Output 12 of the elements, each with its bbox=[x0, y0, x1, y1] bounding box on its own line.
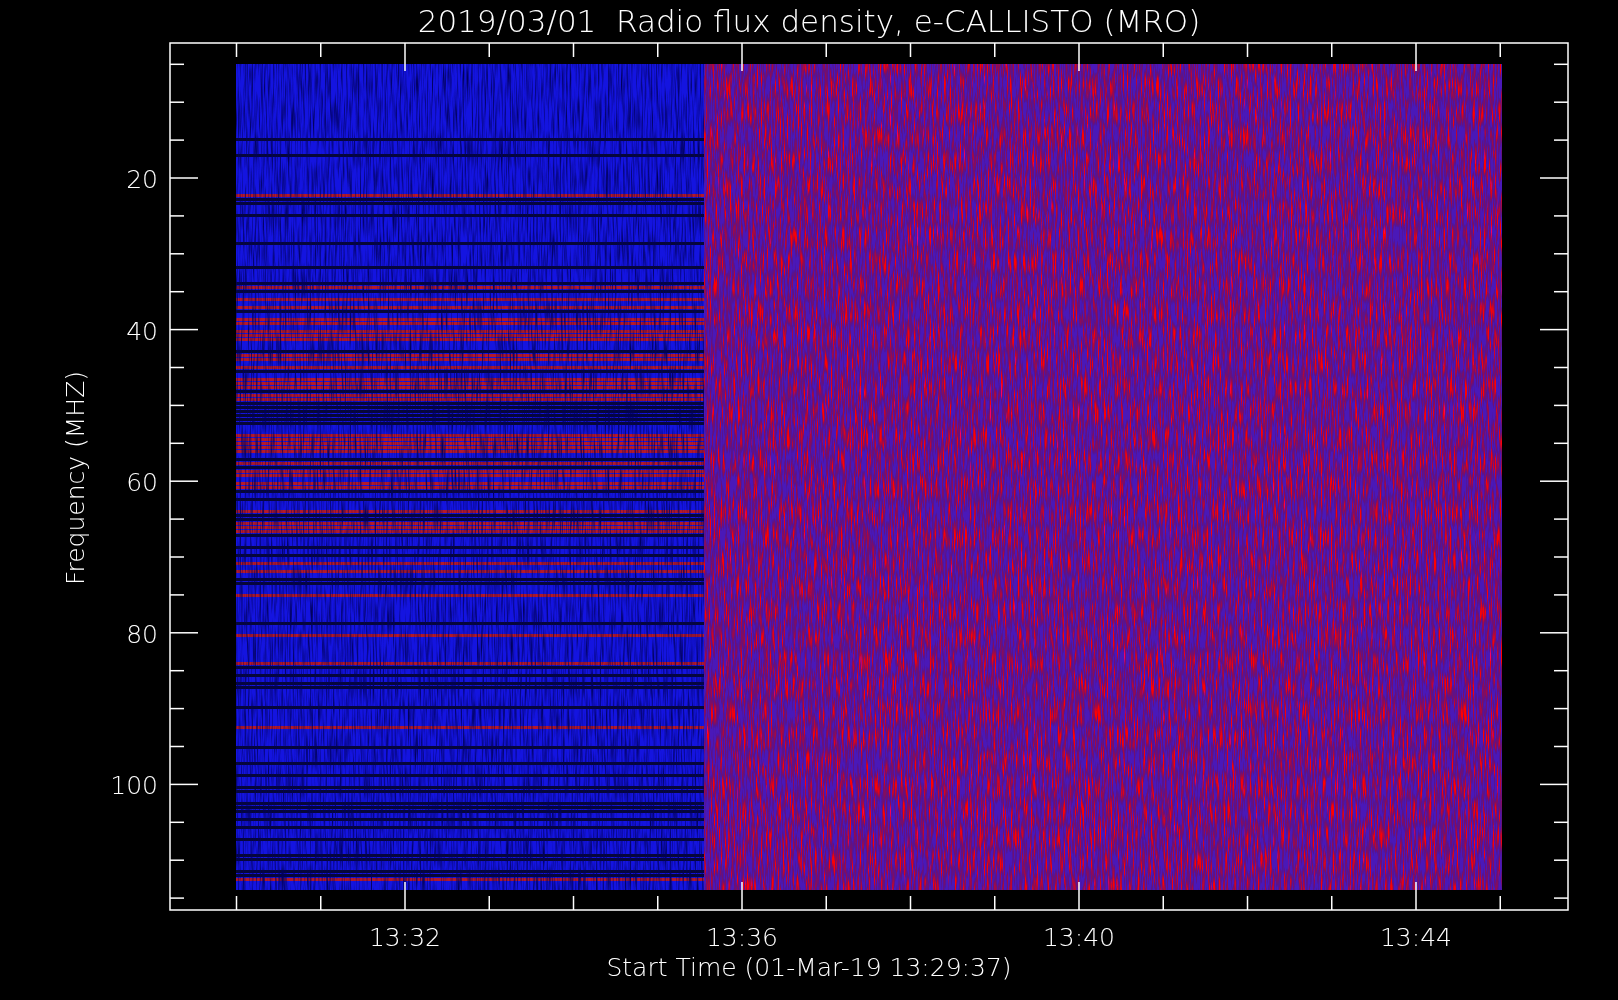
axis-tick-label: 13:36 bbox=[706, 923, 778, 952]
axis-label: Frequency (MHZ) bbox=[61, 370, 90, 586]
axis-tick-label: 80 bbox=[126, 619, 158, 649]
axis-tick-label: 100 bbox=[110, 771, 158, 801]
axis-tick-label: 13:44 bbox=[1380, 923, 1452, 952]
axis-tick-label: 13:40 bbox=[1043, 923, 1115, 952]
axis-tick-label: 20 bbox=[126, 165, 158, 194]
axis-tick-label: 60 bbox=[126, 468, 158, 498]
axis-tick-label: 13:32 bbox=[369, 923, 441, 952]
axis-label: Start Time (01-Mar-19 13:29:37) bbox=[606, 953, 1012, 982]
plot-title: 2019/03/01 Radio flux density, e-CALLISTO (MRO) bbox=[417, 3, 1201, 39]
axis-tick-label: 40 bbox=[126, 316, 158, 346]
